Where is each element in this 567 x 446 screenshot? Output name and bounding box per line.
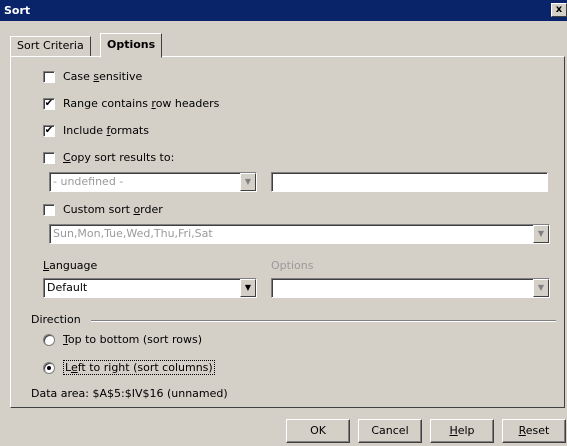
tab-options[interactable]: Options [100,33,163,58]
left-to-right-radio[interactable] [43,361,55,374]
close-button[interactable]: x [551,3,567,17]
custom-order-select[interactable]: Sun,Mon,Tue,Wed,Thu,Fri,Sat ▼ [49,224,550,244]
cancel-button-label: Cancel [371,424,409,437]
top-to-bottom-label: Top to bottom (sort rows) [63,333,203,346]
title-bar: Sort x [0,0,567,21]
options-label: Options [271,259,314,272]
data-area-text: Data area: $A$5:$IV$16 (unnamed) [31,387,228,400]
help-button[interactable]: Help [430,419,494,443]
tab-label: Options [107,38,156,51]
window-title: Sort [4,4,31,17]
row-headers-label: Range contains row headers [63,97,220,110]
case-sensitive-checkbox[interactable] [43,70,55,83]
top-to-bottom-radio[interactable] [43,333,55,346]
ok-button-label: OK [310,424,326,437]
copy-target-input[interactable] [271,172,548,192]
language-select[interactable]: Default ▼ [43,278,257,298]
chevron-down-icon[interactable]: ▼ [533,225,549,243]
row-headers-option[interactable]: ✔ Range contains row headers [43,97,219,110]
ok-button[interactable]: OK [286,419,350,443]
language-options-select[interactable]: ▼ [271,278,550,298]
include-formats-option[interactable]: ✔ Include formats [43,124,149,137]
check-icon: ✔ [44,97,54,109]
options-panel: Case sensitive ✔ Range contains row head… [10,56,565,408]
chevron-down-icon[interactable]: ▼ [240,279,256,297]
check-icon: ✔ [44,124,54,136]
custom-order-select-value: Sun,Mon,Tue,Wed,Thu,Fri,Sat [53,227,213,240]
direction-divider [91,320,556,322]
copy-results-checkbox[interactable] [43,151,55,164]
custom-order-label: Custom sort order [63,203,163,216]
copy-target-select-value: - undefined - [53,175,124,188]
close-icon: x [555,4,563,15]
custom-order-checkbox[interactable] [43,203,55,216]
top-to-bottom-option[interactable]: Top to bottom (sort rows) [43,333,202,346]
direction-label: Direction [31,313,81,326]
language-select-value: Default [47,281,88,294]
row-headers-checkbox[interactable]: ✔ [43,97,55,110]
reset-button-label: Reset [518,424,550,437]
left-to-right-option[interactable]: Left to right (sort columns) [43,360,215,375]
copy-target-select[interactable]: - undefined - ▼ [49,172,257,192]
tab-label: Sort Criteria [17,39,84,52]
tab-sort-criteria[interactable]: Sort Criteria [10,36,91,57]
copy-results-option[interactable]: Copy sort results to: [43,151,174,164]
left-to-right-label: Left to right (sort columns) [63,360,215,375]
chevron-down-icon[interactable]: ▼ [533,279,549,297]
include-formats-checkbox[interactable]: ✔ [43,124,55,137]
copy-results-label: Copy sort results to: [63,151,175,164]
cancel-button[interactable]: Cancel [358,419,422,443]
language-label: Language [43,259,98,272]
reset-button[interactable]: Reset [502,419,566,443]
chevron-down-icon[interactable]: ▼ [240,173,256,191]
case-sensitive-label: Case sensitive [63,70,143,83]
help-button-label: Help [449,424,475,437]
include-formats-label: Include formats [63,124,149,137]
case-sensitive-option[interactable]: Case sensitive [43,70,142,83]
custom-order-option[interactable]: Custom sort order [43,203,163,216]
